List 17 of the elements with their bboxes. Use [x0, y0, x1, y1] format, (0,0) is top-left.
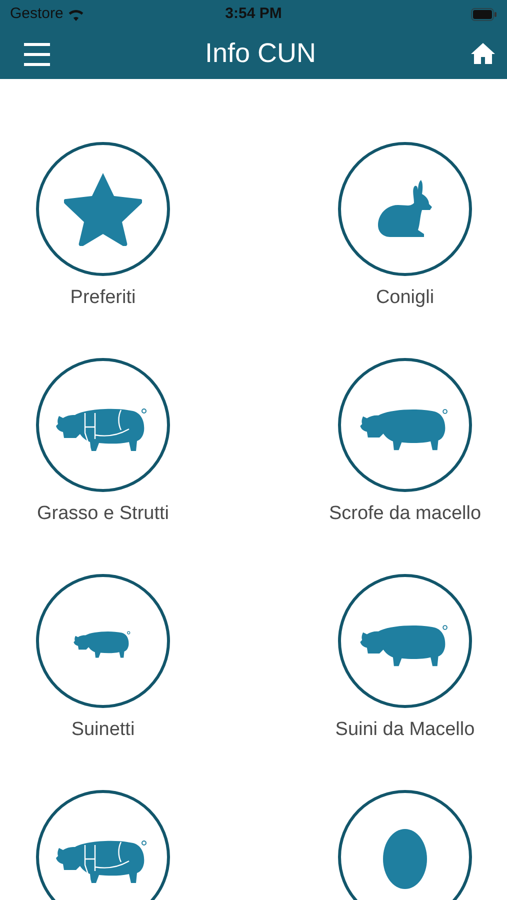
wifi-icon	[67, 8, 86, 20]
category-label: Conigli	[376, 286, 434, 310]
category-label: Suini da Macello	[335, 718, 475, 742]
carrier-label: Gestore	[10, 4, 64, 24]
rabbit-icon	[376, 178, 434, 240]
star-icon	[64, 172, 142, 246]
status-time: 3:54 PM	[225, 4, 282, 24]
screen-title: Info CUN	[204, 37, 316, 70]
category-label: Suinetti	[71, 718, 135, 742]
home-icon	[470, 43, 495, 64]
category-label: Grasso e Strutti	[37, 502, 169, 526]
menu-button[interactable]	[24, 42, 50, 66]
home-button[interactable]	[470, 43, 495, 64]
battery-icon	[471, 8, 497, 20]
menu-icon	[24, 42, 50, 66]
category-label: Scrofe da macello	[328, 502, 482, 526]
category-label: Preferiti	[70, 286, 136, 310]
